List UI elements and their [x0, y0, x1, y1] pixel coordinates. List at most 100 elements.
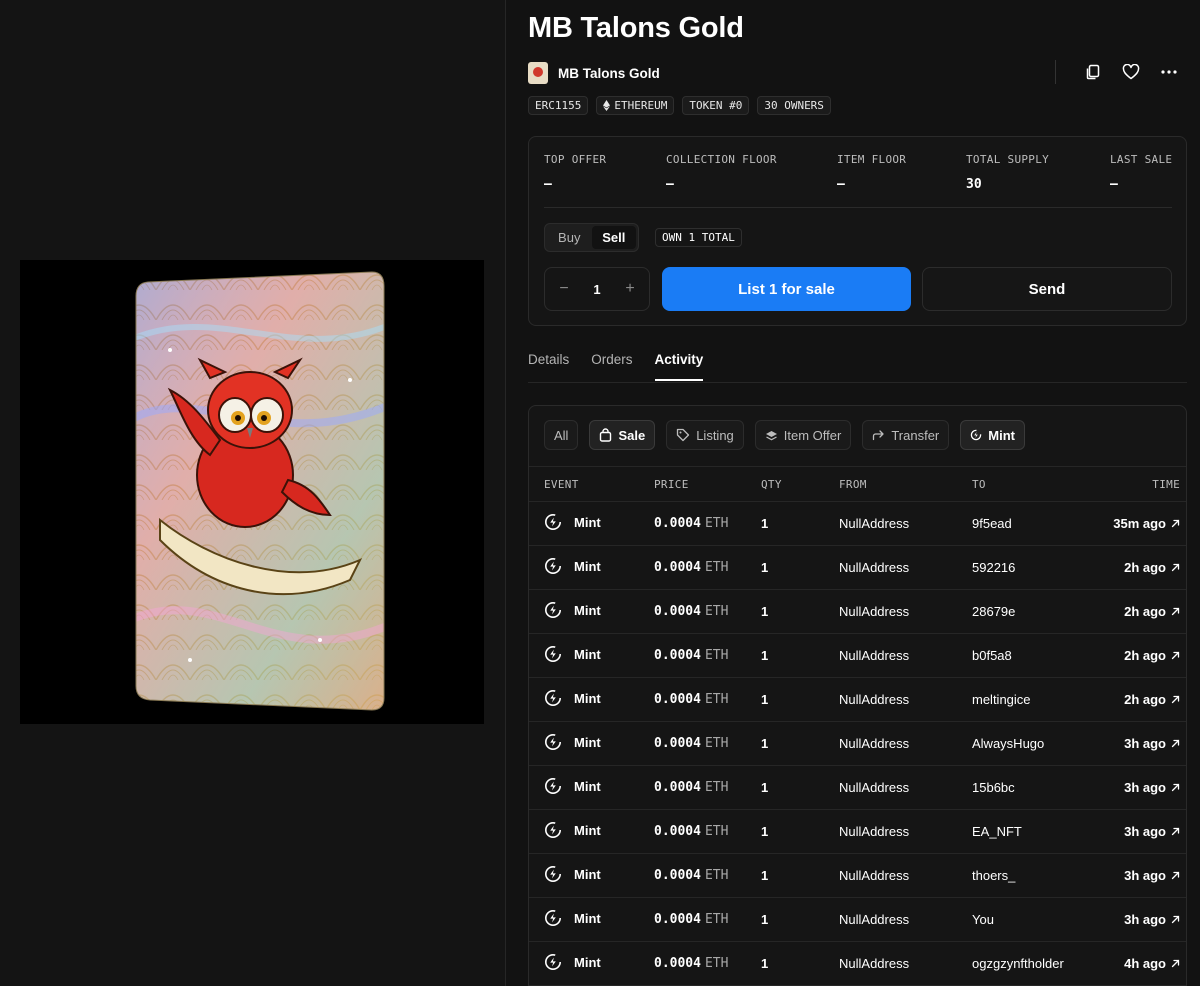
from-address[interactable]: NullAddress — [839, 604, 909, 619]
time-link[interactable]: 4h ago — [1124, 956, 1180, 971]
price-unit: ETH — [704, 516, 729, 531]
from-address[interactable]: NullAddress — [839, 912, 909, 927]
chain-tag-label: ETHEREUM — [614, 99, 668, 112]
activity-row[interactable]: Mint 0.0004 ETH 1 NullAddress AlwaysHugo … — [529, 722, 1186, 766]
external-link-icon — [1171, 739, 1180, 748]
activity-row[interactable]: Mint 0.0004 ETH 1 NullAddress 9f5ead 35m … — [529, 502, 1186, 546]
time-link[interactable]: 2h ago — [1124, 604, 1180, 619]
event-cell: Mint — [544, 777, 601, 795]
mint-icon — [545, 822, 561, 838]
filter-mint[interactable]: Mint — [960, 420, 1025, 450]
chain-tag[interactable]: ETHEREUM — [596, 96, 675, 115]
heart-icon — [1122, 64, 1140, 80]
price-value: 0.0004 — [654, 868, 701, 883]
event-label: Mint — [574, 602, 601, 618]
from-address[interactable]: NullAddress — [839, 780, 909, 795]
filter-all[interactable]: All — [544, 420, 579, 450]
time-link[interactable]: 2h ago — [1124, 560, 1180, 575]
time-link[interactable]: 3h ago — [1124, 868, 1180, 883]
collection-avatar[interactable] — [528, 62, 548, 84]
filter-listing[interactable]: Listing — [666, 420, 744, 450]
filter-item-offer[interactable]: Item Offer — [754, 420, 852, 450]
time-link[interactable]: 35m ago — [1113, 516, 1180, 531]
from-address[interactable]: NullAddress — [839, 648, 909, 663]
buy-tab[interactable]: Buy — [547, 226, 592, 249]
actions-divider — [1055, 60, 1056, 84]
activity-row[interactable]: Mint 0.0004 ETH 1 NullAddress thoers_ 3h … — [529, 854, 1186, 898]
token-tag-label: TOKEN #0 — [689, 99, 743, 112]
tab-orders[interactable]: Orders — [591, 352, 632, 381]
from-address[interactable]: NullAddress — [839, 868, 909, 883]
time-link[interactable]: 3h ago — [1124, 780, 1180, 795]
price-cell: 0.0004 ETH — [654, 956, 728, 971]
to-address[interactable]: thoers_ — [972, 868, 1015, 883]
filter-transfer[interactable]: Transfer — [862, 420, 950, 450]
to-address[interactable]: You — [972, 912, 994, 927]
from-address[interactable]: NullAddress — [839, 692, 909, 707]
tab-details[interactable]: Details — [528, 352, 569, 381]
from-address[interactable]: NullAddress — [839, 516, 909, 531]
from-address[interactable]: NullAddress — [839, 956, 909, 971]
to-address[interactable]: b0f5a8 — [972, 648, 1012, 663]
external-link-icon — [1171, 871, 1180, 880]
price-value: 0.0004 — [654, 560, 701, 575]
nft-artwork[interactable] — [20, 260, 484, 724]
to-address[interactable]: 15b6bc — [972, 780, 1015, 795]
mint-icon — [545, 690, 561, 706]
favorite-button[interactable] — [1112, 60, 1150, 84]
filter-sale[interactable]: Sale — [589, 420, 656, 450]
time-label: 3h ago — [1124, 868, 1166, 883]
transfer-arrow-icon — [873, 429, 884, 440]
to-address[interactable]: EA_NFT — [972, 824, 1022, 839]
to-address[interactable]: 9f5ead — [972, 516, 1012, 531]
price-value: 0.0004 — [654, 516, 701, 531]
price-unit: ETH — [704, 648, 729, 663]
owners-tag[interactable]: 30 OWNERS — [757, 96, 831, 115]
collection-link[interactable]: MB Talons Gold — [558, 66, 660, 81]
external-link-icon — [1171, 959, 1180, 968]
activity-row[interactable]: Mint 0.0004 ETH 1 NullAddress 592216 2h a… — [529, 546, 1186, 590]
to-address[interactable]: meltingice — [972, 692, 1031, 707]
to-address[interactable]: 592216 — [972, 560, 1015, 575]
time-link[interactable]: 2h ago — [1124, 692, 1180, 707]
mint-icon — [545, 646, 561, 662]
activity-row[interactable]: Mint 0.0004 ETH 1 NullAddress EA_NFT 3h a… — [529, 810, 1186, 854]
time-link[interactable]: 3h ago — [1124, 736, 1180, 751]
stat-top-offer: TOP OFFER – — [544, 153, 606, 192]
increment-button[interactable]: + — [623, 280, 637, 298]
detail-tabs: Details Orders Activity — [528, 352, 704, 381]
to-address[interactable]: ogzgzynftholder — [972, 956, 1064, 971]
more-button[interactable] — [1150, 60, 1188, 84]
copy-button[interactable] — [1074, 60, 1112, 84]
decrement-button[interactable]: − — [557, 280, 571, 298]
quantity-value[interactable]: 1 — [593, 282, 600, 297]
standard-tag-label: ERC1155 — [535, 99, 582, 112]
qty-cell: 1 — [761, 912, 769, 927]
mint-icon — [545, 602, 561, 618]
event-cell: Mint — [544, 645, 601, 663]
from-address[interactable]: NullAddress — [839, 824, 909, 839]
time-link[interactable]: 3h ago — [1124, 824, 1180, 839]
external-link-icon — [1171, 827, 1180, 836]
external-link-icon — [1171, 563, 1180, 572]
to-address[interactable]: 28679e — [972, 604, 1015, 619]
activity-row[interactable]: Mint 0.0004 ETH 1 NullAddress ogzgzynftho… — [529, 942, 1186, 986]
list-for-sale-button[interactable]: List 1 for sale — [662, 267, 911, 311]
activity-row[interactable]: Mint 0.0004 ETH 1 NullAddress You 3h ago — [529, 898, 1186, 942]
external-link-icon — [1171, 519, 1180, 528]
tab-activity[interactable]: Activity — [654, 352, 704, 381]
activity-row[interactable]: Mint 0.0004 ETH 1 NullAddress 28679e 2h a… — [529, 590, 1186, 634]
sell-tab[interactable]: Sell — [591, 226, 636, 249]
activity-row[interactable]: Mint 0.0004 ETH 1 NullAddress b0f5a8 2h a… — [529, 634, 1186, 678]
activity-row[interactable]: Mint 0.0004 ETH 1 NullAddress 15b6bc 3h a… — [529, 766, 1186, 810]
from-address[interactable]: NullAddress — [839, 736, 909, 751]
activity-row[interactable]: Mint 0.0004 ETH 1 NullAddress meltingice … — [529, 678, 1186, 722]
send-button[interactable]: Send — [922, 267, 1172, 311]
from-address[interactable]: NullAddress — [839, 560, 909, 575]
time-link[interactable]: 3h ago — [1124, 912, 1180, 927]
event-label: Mint — [574, 778, 601, 794]
qty-cell: 1 — [761, 516, 769, 531]
price-value: 0.0004 — [654, 956, 701, 971]
to-address[interactable]: AlwaysHugo — [972, 736, 1044, 751]
time-link[interactable]: 2h ago — [1124, 648, 1180, 663]
